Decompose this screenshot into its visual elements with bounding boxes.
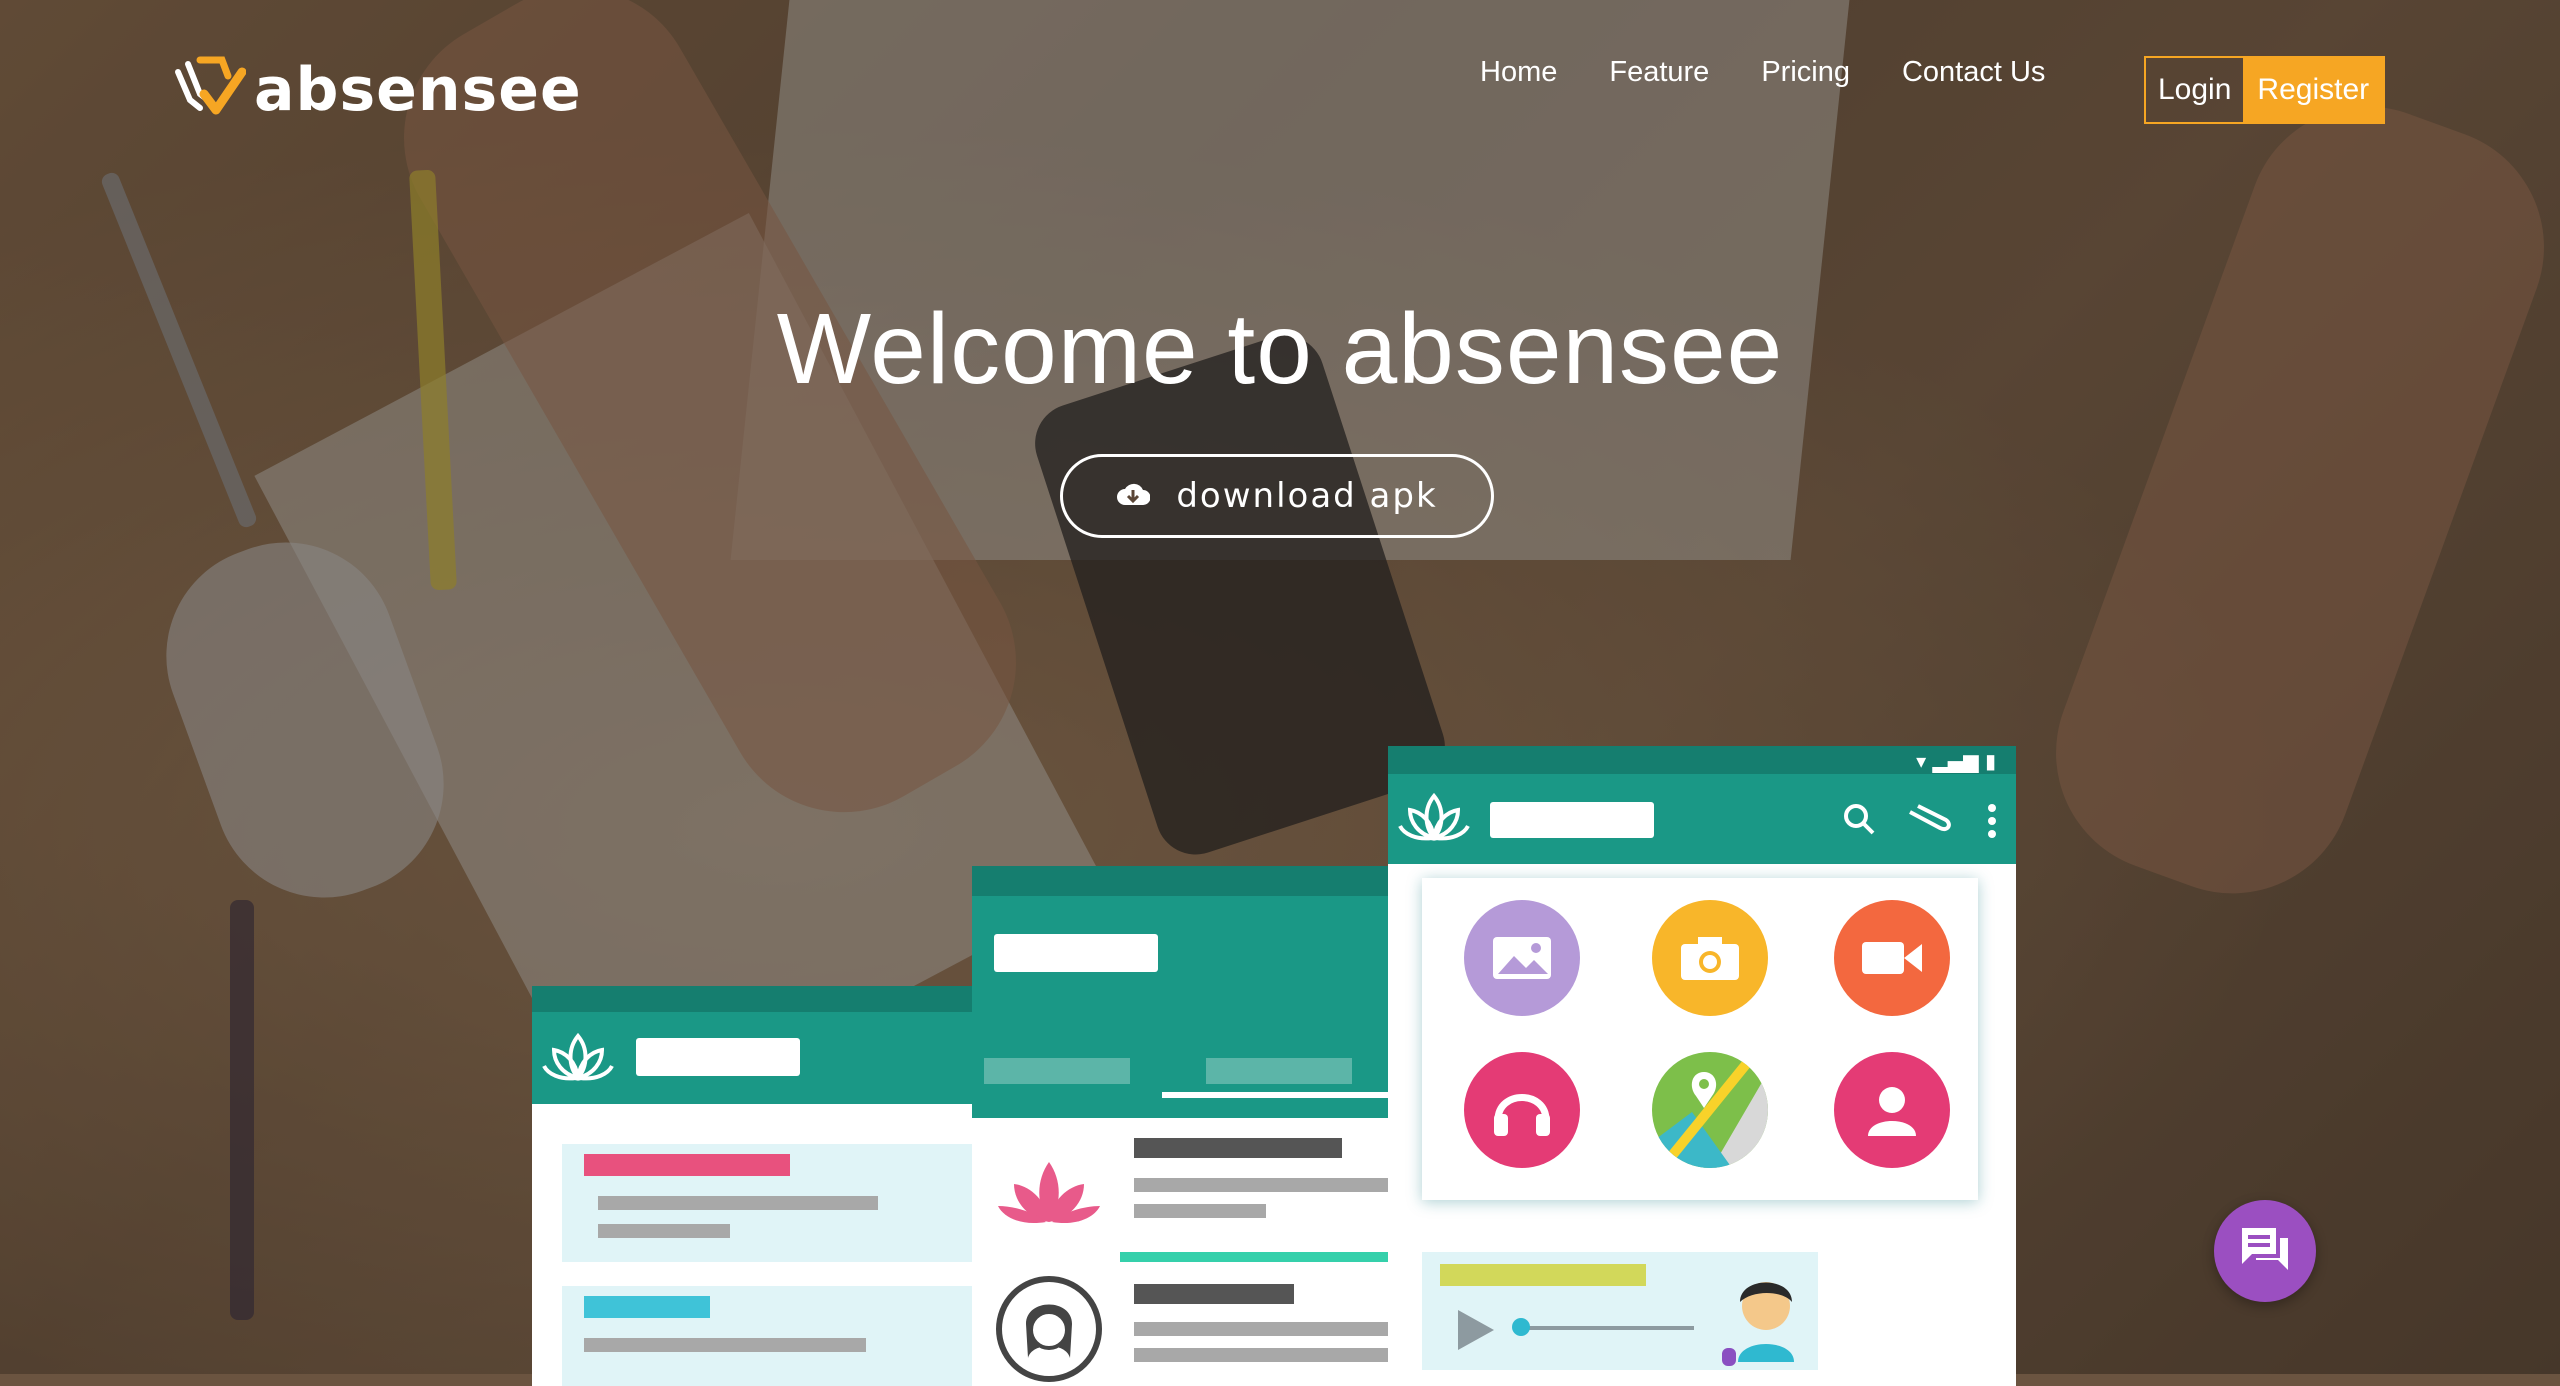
- lotus-icon: [996, 1156, 1102, 1232]
- status-icons: ▾ ▂▄▆ ▮: [1916, 749, 1996, 773]
- brand-name: absensee: [254, 55, 582, 125]
- chat-widget-button[interactable]: [2214, 1200, 2316, 1302]
- brand-logo[interactable]: absensee: [170, 54, 582, 126]
- nav-home[interactable]: Home: [1480, 56, 1557, 89]
- more-vertical-icon: [1986, 804, 1998, 842]
- mockup-screen-attach: ▾ ▂▄▆ ▮: [1388, 746, 2016, 1386]
- paperclip-icon: [1906, 802, 1952, 840]
- voice-avatar-icon: [1718, 1262, 1814, 1374]
- auth-buttons: Login Register: [2144, 56, 2386, 124]
- image-icon: [1464, 900, 1580, 1016]
- camera-icon: [1652, 900, 1768, 1016]
- profile-icon: [1834, 1052, 1950, 1168]
- map-icon: [1652, 1052, 1768, 1168]
- mockup-screen-contacts: [972, 866, 1388, 1386]
- play-icon: [1454, 1306, 1498, 1358]
- download-apk-button[interactable]: download apk: [1060, 454, 1494, 538]
- nav-contact-us[interactable]: Contact Us: [1902, 56, 2045, 89]
- lotus-icon: [542, 1030, 614, 1088]
- login-button[interactable]: Login: [2146, 58, 2243, 122]
- cloud-download-icon: [1116, 476, 1151, 516]
- hero-title: Welcome to absensee: [776, 293, 1784, 405]
- video-icon: [1834, 900, 1950, 1016]
- avatar-icon: [996, 1272, 1102, 1386]
- nav-pricing[interactable]: Pricing: [1761, 56, 1850, 89]
- logo-mark-icon: [170, 54, 247, 126]
- main-nav: Home Feature Pricing Contact Us: [1480, 56, 2097, 89]
- download-apk-label: download apk: [1176, 476, 1438, 516]
- headphones-icon: [1464, 1052, 1580, 1168]
- search-icon: [1842, 802, 1876, 840]
- nav-feature[interactable]: Feature: [1609, 56, 1709, 89]
- lotus-icon: [1398, 790, 1470, 848]
- mockup-screen-list: [532, 986, 972, 1386]
- register-button[interactable]: Register: [2243, 58, 2384, 122]
- chat-bubble-icon: [2238, 1224, 2292, 1278]
